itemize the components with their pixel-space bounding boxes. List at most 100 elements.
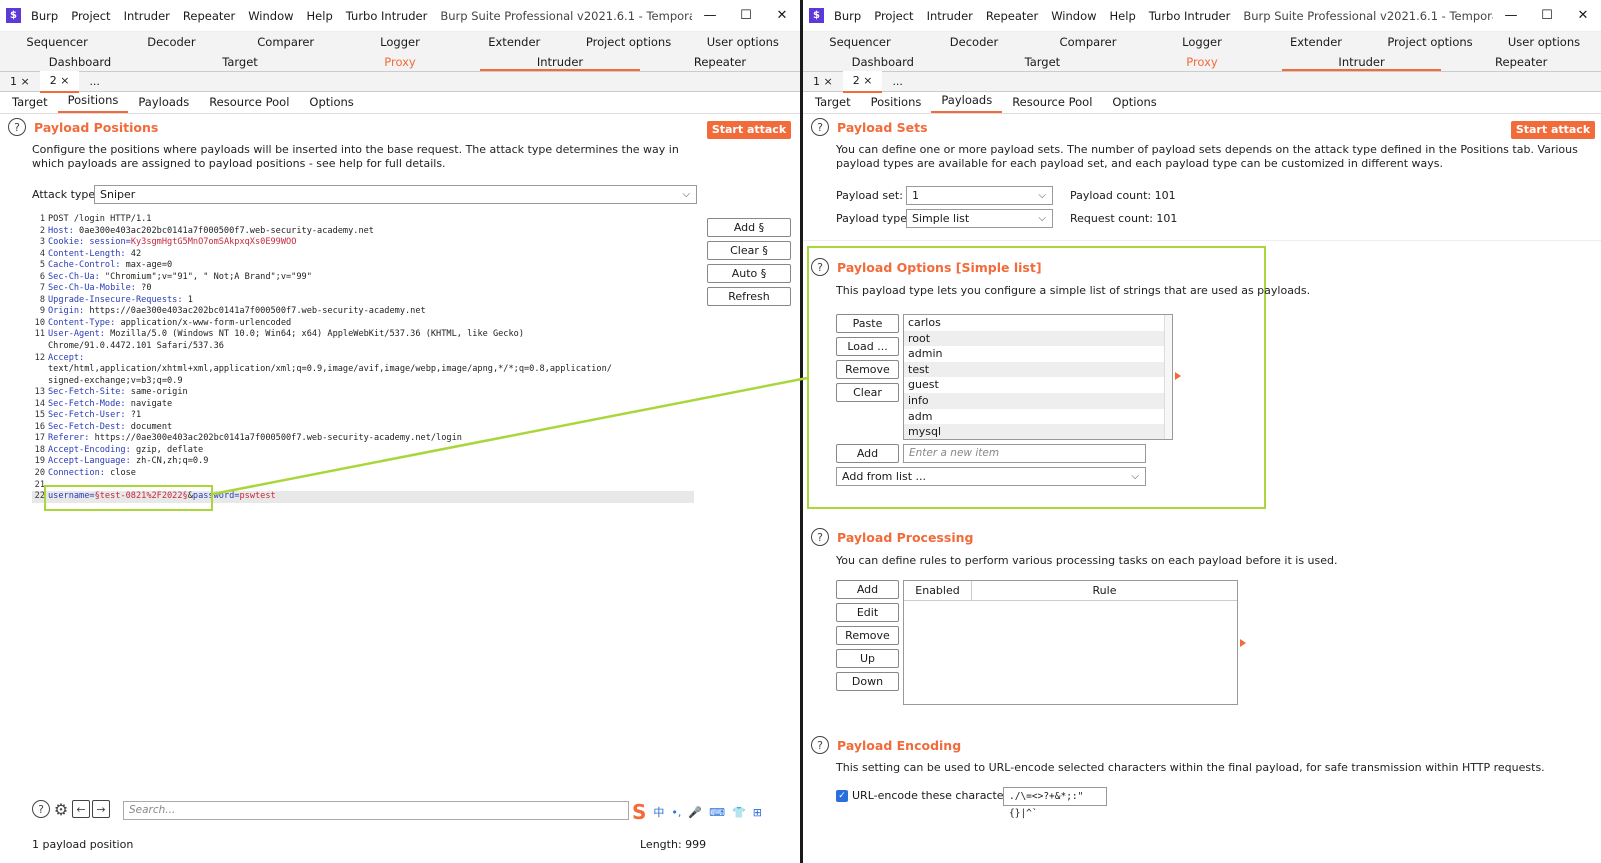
menu-repeater[interactable]: Repeater <box>986 9 1038 23</box>
help-icon[interactable]: ? <box>811 528 829 546</box>
tab-project-options[interactable]: Project options <box>571 32 685 52</box>
tab-proxy[interactable]: Proxy <box>320 52 480 71</box>
tab-resource-pool[interactable]: Resource Pool <box>199 95 299 113</box>
help-icon[interactable]: ? <box>32 800 50 818</box>
help-icon[interactable]: ? <box>811 258 829 276</box>
remove-rule-button[interactable]: Remove <box>836 626 899 645</box>
tab-payloads[interactable]: Payloads <box>931 93 1003 113</box>
list-item[interactable]: carlos <box>904 315 1172 331</box>
tab-repeater[interactable]: Repeater <box>1441 52 1601 71</box>
forward-arrow-icon[interactable]: → <box>92 800 110 818</box>
request-tab-more[interactable]: ... <box>882 72 913 92</box>
microphone-icon[interactable]: 🎤 <box>688 806 702 819</box>
start-attack-button[interactable]: Start attack <box>707 121 791 139</box>
payload-type-select[interactable]: Simple list ⌵ <box>906 209 1053 228</box>
menu-help[interactable]: Help <box>307 9 333 23</box>
sogou-ime-icon[interactable]: S <box>632 800 646 824</box>
tab-user-options[interactable]: User options <box>1487 32 1601 52</box>
tab-repeater[interactable]: Repeater <box>640 52 800 71</box>
gear-icon[interactable]: ⚙ <box>52 800 70 819</box>
attack-type-select[interactable]: Sniper ⌵ <box>94 185 697 204</box>
tab-options[interactable]: Options <box>299 95 363 113</box>
menu-turbo-intruder[interactable]: Turbo Intruder <box>346 9 428 23</box>
column-enabled[interactable]: Enabled <box>904 581 972 600</box>
menu-intruder[interactable]: Intruder <box>927 9 973 23</box>
maximize-button[interactable]: ☐ <box>1529 8 1565 23</box>
remove-button[interactable]: Remove <box>836 360 899 379</box>
paste-button[interactable]: Paste <box>836 314 899 333</box>
request-tab-2[interactable]: 2 × <box>39 70 80 93</box>
menu-window[interactable]: Window <box>248 9 293 23</box>
tab-extender[interactable]: Extender <box>457 32 571 52</box>
menu-intruder[interactable]: Intruder <box>124 9 170 23</box>
expand-arrow-icon[interactable] <box>1175 372 1181 380</box>
list-item[interactable]: info <box>904 392 1172 409</box>
tab-intruder-target[interactable]: Target <box>805 95 861 113</box>
grid-icon[interactable]: ⊞ <box>753 806 762 819</box>
list-item[interactable]: adm <box>904 409 1172 425</box>
ime-punct-icon[interactable]: •, <box>671 806 681 819</box>
menu-project[interactable]: Project <box>874 9 913 23</box>
url-encode-chars-input[interactable]: ./\=<>?+&*;:"{}|^` <box>1003 787 1107 819</box>
menu-repeater[interactable]: Repeater <box>183 9 235 23</box>
menu-project[interactable]: Project <box>71 9 110 23</box>
menu-burp[interactable]: Burp <box>31 9 58 23</box>
request-tab-2[interactable]: 2 × <box>842 70 883 93</box>
add-item-button[interactable]: Add <box>836 444 899 463</box>
tab-extender[interactable]: Extender <box>1259 32 1373 52</box>
list-item[interactable]: admin <box>904 346 1172 362</box>
menu-burp[interactable]: Burp <box>834 9 861 23</box>
expand-arrow-icon[interactable] <box>1240 639 1246 647</box>
menu-turbo-intruder[interactable]: Turbo Intruder <box>1149 9 1231 23</box>
tab-user-options[interactable]: User options <box>686 32 800 52</box>
column-rule[interactable]: Rule <box>972 581 1237 600</box>
list-scrollbar[interactable] <box>1164 315 1172 439</box>
list-item[interactable]: test <box>904 361 1172 378</box>
tab-project-options[interactable]: Project options <box>1373 32 1487 52</box>
tab-decoder[interactable]: Decoder <box>114 32 228 52</box>
add-section-button[interactable]: Add § <box>707 218 791 237</box>
skin-icon[interactable]: 👕 <box>732 806 746 819</box>
add-from-list-select[interactable]: Add from list ... ⌵ <box>836 467 1146 486</box>
move-down-button[interactable]: Down <box>836 672 899 691</box>
add-rule-button[interactable]: Add <box>836 580 899 599</box>
back-arrow-icon[interactable]: ← <box>72 800 90 818</box>
tab-resource-pool[interactable]: Resource Pool <box>1002 95 1102 113</box>
refresh-button[interactable]: Refresh <box>707 287 791 306</box>
close-button[interactable]: ✕ <box>1565 8 1601 23</box>
tab-positions[interactable]: Positions <box>57 93 129 113</box>
minimize-button[interactable]: — <box>1493 8 1529 23</box>
list-item[interactable]: guest <box>904 377 1172 393</box>
tab-logger[interactable]: Logger <box>343 32 457 52</box>
help-icon[interactable]: ? <box>811 736 829 754</box>
auto-section-button[interactable]: Auto § <box>707 264 791 283</box>
close-button[interactable]: ✕ <box>764 8 800 23</box>
new-item-input[interactable]: Enter a new item <box>903 444 1146 463</box>
payload-set-select[interactable]: 1 ⌵ <box>906 186 1053 205</box>
tab-positions[interactable]: Positions <box>861 95 932 113</box>
tab-sequencer[interactable]: Sequencer <box>0 32 114 52</box>
list-item[interactable]: root <box>904 330 1172 347</box>
tab-options[interactable]: Options <box>1102 95 1166 113</box>
start-attack-button[interactable]: Start attack <box>1511 121 1595 139</box>
edit-rule-button[interactable]: Edit <box>836 603 899 622</box>
tab-dashboard[interactable]: Dashboard <box>0 52 160 71</box>
tab-logger[interactable]: Logger <box>1145 32 1259 52</box>
tab-intruder[interactable]: Intruder <box>480 52 640 71</box>
request-tab-more[interactable]: ... <box>79 72 110 92</box>
tab-target[interactable]: Target <box>160 52 320 71</box>
help-icon[interactable]: ? <box>811 118 829 136</box>
tab-proxy[interactable]: Proxy <box>1122 52 1282 71</box>
tab-target[interactable]: Target <box>963 52 1123 71</box>
maximize-button[interactable]: ☐ <box>728 8 764 23</box>
load-button[interactable]: Load ... <box>836 337 899 356</box>
tab-dashboard[interactable]: Dashboard <box>803 52 963 71</box>
request-tab-1[interactable]: 1 × <box>803 72 843 92</box>
search-input[interactable]: Search... <box>123 801 629 820</box>
move-up-button[interactable]: Up <box>836 649 899 668</box>
tab-sequencer[interactable]: Sequencer <box>803 32 917 52</box>
help-icon[interactable]: ? <box>8 118 26 136</box>
minimize-button[interactable]: — <box>692 8 728 23</box>
clear-section-button[interactable]: Clear § <box>707 241 791 260</box>
tab-payloads[interactable]: Payloads <box>128 95 199 113</box>
